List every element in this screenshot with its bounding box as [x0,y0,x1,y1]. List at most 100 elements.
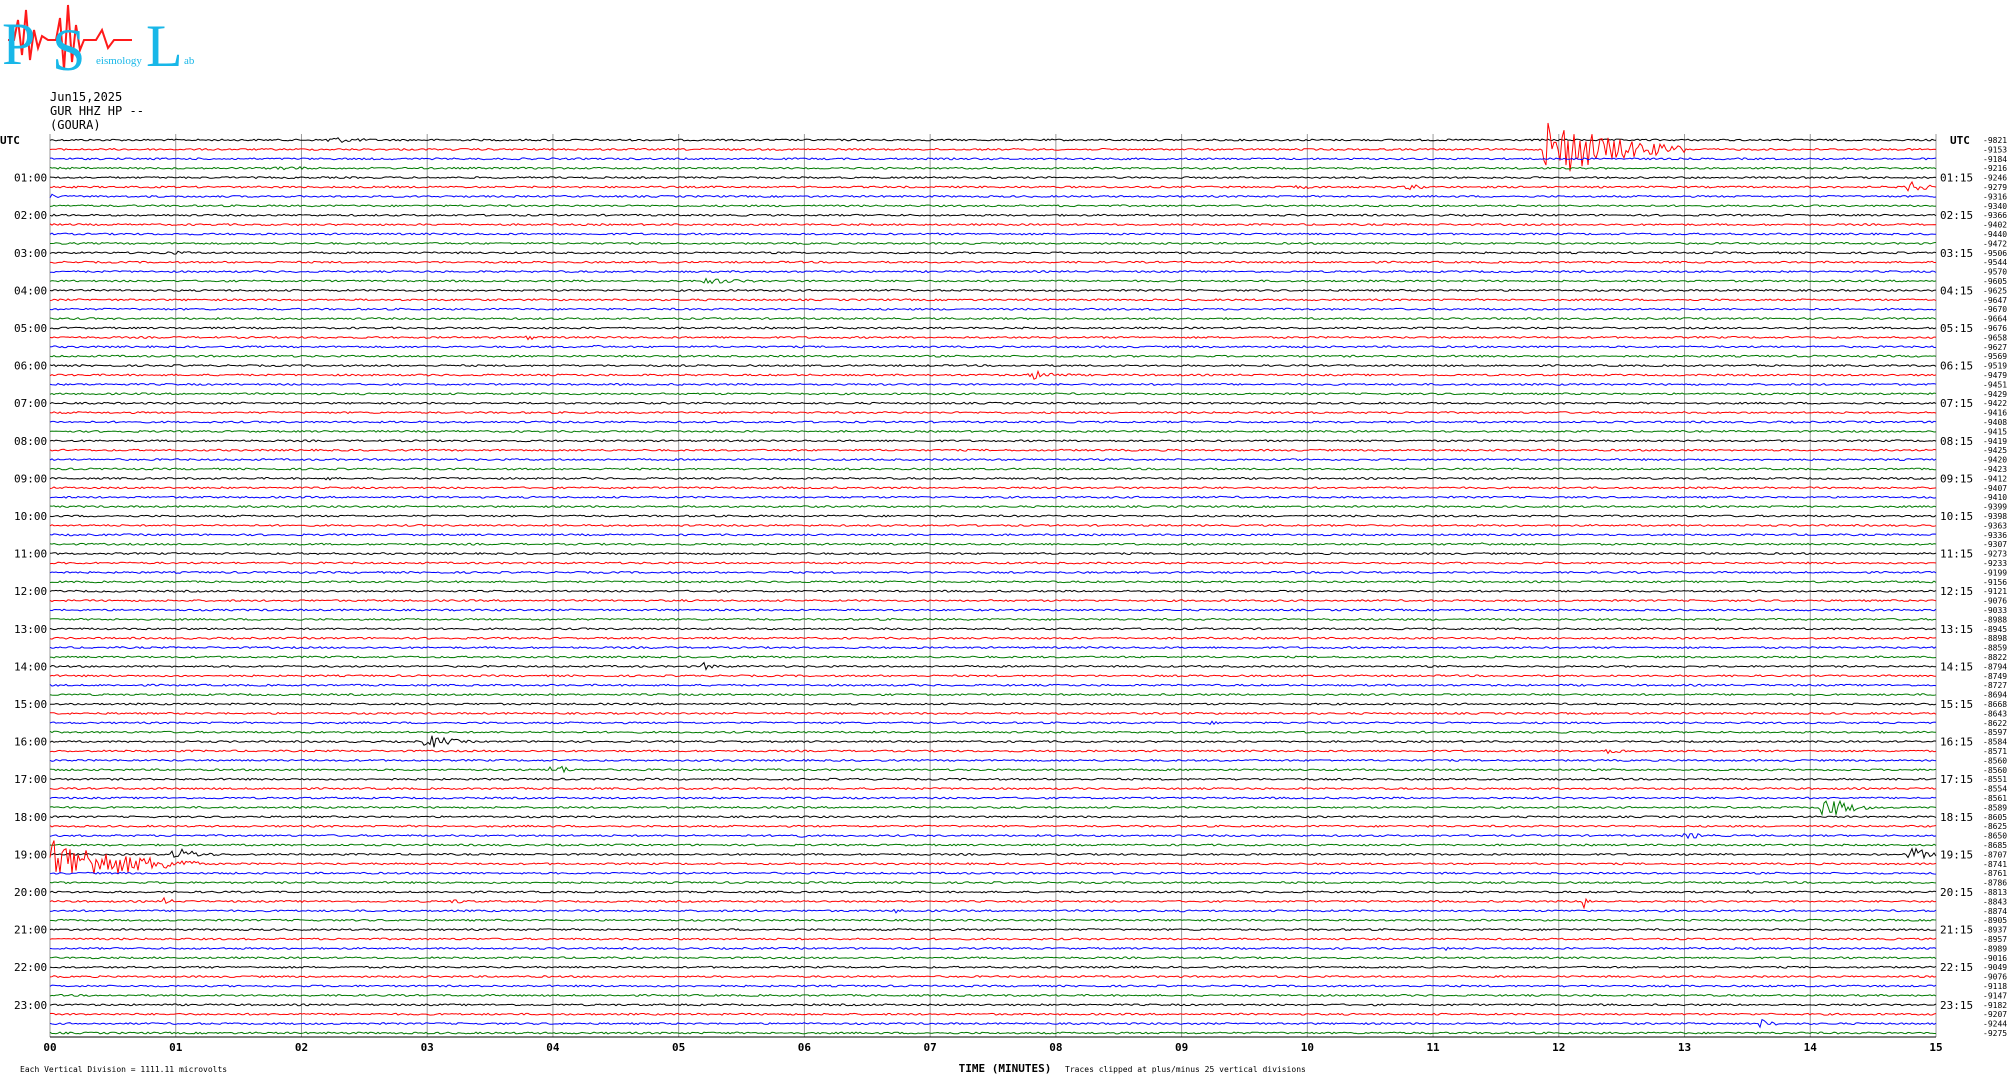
trace-line-26 [49,382,1937,386]
trace-offset-label-36: -9412 [1983,474,2007,483]
trace-line-56 [49,661,1936,671]
trace-line-3 [49,165,1937,171]
x-tick-label-8: 08 [1049,1041,1062,1054]
hour-label-right-3: 04:15 [1940,284,1973,297]
trace-line-30 [49,420,1937,424]
trace-offset-label-12: -9506 [1983,249,2007,258]
trace-line-73 [49,824,1937,828]
trace-line-57 [49,674,1937,678]
trace-line-76 [49,847,1937,860]
trace-line-7 [49,204,1937,208]
trace-line-89 [49,975,1937,979]
trace-offset-label-27: -9429 [1983,390,2007,399]
trace-line-24 [49,364,1937,368]
footer-vertical-division: Each Vertical Division = 1111.11 microvo… [20,1065,227,1074]
trace-line-29 [49,411,1937,415]
trace-offset-label-43: -9307 [1983,540,2007,549]
trace-offset-label-7: -9340 [1983,202,2007,211]
trace-line-88 [49,965,1937,969]
trace-offset-label-19: -9664 [1983,315,2007,324]
trace-line-95 [49,1031,1936,1035]
trace-offset-label-18: -9670 [1983,305,2007,314]
hour-label-right-15: 16:15 [1940,736,1973,749]
trace-line-66 [49,758,1937,762]
hour-label-right-12: 13:15 [1940,623,1973,636]
hour-label-left-8: 09:00 [14,472,47,485]
hour-label-left-3: 04:00 [14,284,47,297]
trace-line-62 [49,720,1937,726]
trace-offset-label-37: -9407 [1983,484,2007,493]
trace-offset-label-76: -8707 [1983,850,2007,859]
trace-line-1 [49,122,1937,172]
trace-offset-label-16: -9625 [1983,286,2007,295]
hour-label-right-6: 07:15 [1940,397,1973,410]
trace-offset-label-41: -9363 [1983,521,2007,530]
hour-label-left-1: 02:00 [14,209,47,222]
trace-offset-label-6: -9316 [1983,192,2007,201]
trace-line-41 [49,523,1937,527]
trace-offset-label-62: -8622 [1983,719,2007,728]
hour-label-right-4: 05:15 [1940,322,1973,335]
trace-line-85 [49,937,1937,941]
x-axis-title: TIME (MINUTES) [959,1062,1052,1075]
trace-offset-label-84: -8937 [1983,926,2007,935]
trace-line-61 [49,711,1937,715]
trace-offset-label-79: -8786 [1983,879,2007,888]
trace-offset-label-11: -9472 [1983,239,2007,248]
trace-offset-label-94: -9244 [1983,1020,2007,1029]
trace-offset-label-13: -9544 [1983,258,2007,267]
trace-line-53 [49,636,1937,640]
trace-offset-label-17: -9647 [1983,296,2007,305]
trace-line-15 [49,277,1937,285]
trace-offset-label-14: -9570 [1983,268,2007,277]
trace-offset-label-60: -8668 [1983,700,2007,709]
trace-offset-label-25: -9479 [1983,371,2007,380]
trace-line-92 [49,1003,1937,1007]
trace-line-71 [49,799,1937,817]
trace-offset-label-65: -8571 [1983,747,2007,756]
trace-offset-label-83: -8905 [1983,916,2007,925]
trace-offset-label-33: -9425 [1983,446,2007,455]
trace-offset-label-70: -8561 [1983,794,2007,803]
hour-label-right-21: 22:15 [1940,961,1973,974]
hour-label-left-6: 07:00 [14,397,47,410]
trace-line-82 [49,908,1937,914]
trace-offset-label-57: -8749 [1983,672,2007,681]
trace-offset-label-74: -8650 [1983,832,2007,841]
trace-line-49 [49,598,1937,603]
trace-line-87 [49,956,1937,960]
x-tick-label-5: 05 [672,1041,685,1054]
trace-line-72 [49,815,1937,819]
trace-line-35 [49,467,1937,471]
trace-offset-label-39: -9399 [1983,503,2007,512]
hour-label-left-11: 12:00 [14,585,47,598]
trace-offset-label-30: -9408 [1983,418,2007,427]
trace-line-12 [49,250,1937,255]
trace-offset-label-24: -9519 [1983,362,2007,371]
x-tick-label-1: 01 [169,1041,183,1054]
trace-line-68 [49,777,1937,781]
hour-label-right-2: 03:15 [1940,247,1973,260]
hour-label-right-18: 19:15 [1940,848,1973,861]
trace-offset-label-8: -9366 [1983,211,2007,220]
hour-label-left-15: 16:00 [14,736,47,749]
trace-line-14 [50,270,1937,274]
trace-offset-label-45: -9233 [1983,559,2007,568]
trace-line-69 [49,787,1937,791]
trace-line-8 [49,213,1937,217]
utc-label-left: UTC [0,134,20,147]
hour-label-right-9: 10:15 [1940,510,1973,523]
trace-line-25 [49,369,1937,380]
trace-offset-label-49: -9076 [1983,597,2007,606]
trace-line-52 [49,627,1937,631]
trace-offset-label-73: -8625 [1983,822,2007,831]
trace-offset-label-23: -9569 [1983,352,2007,361]
hour-label-left-2: 03:00 [14,247,47,260]
x-tick-label-2: 02 [295,1041,308,1054]
trace-offset-label-66: -8560 [1983,756,2007,765]
hour-label-right-10: 11:15 [1940,548,1973,561]
trace-offset-label-93: -9207 [1983,1010,2007,1019]
trace-line-21 [49,335,1937,341]
hour-label-right-22: 23:15 [1940,999,1973,1012]
trace-line-34 [49,458,1937,462]
